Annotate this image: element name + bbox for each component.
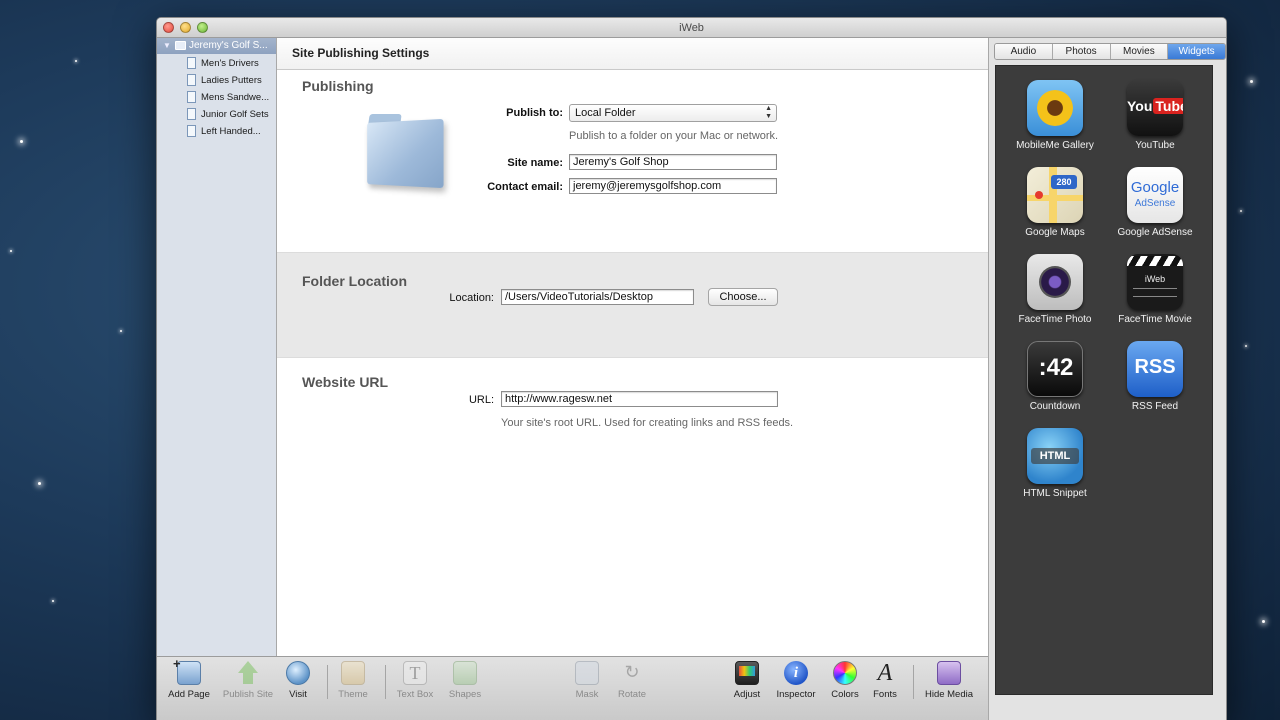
bottom-toolbar: + Add Page Publish Site Visit Theme T Te… <box>157 656 988 720</box>
title-bar[interactable]: iWeb <box>157 18 1226 38</box>
html-icon: HTML <box>1027 428 1083 484</box>
select-arrows-icon: ▲ ▼ <box>765 105 772 120</box>
sidebar-page-item[interactable]: Left Handed... <box>187 125 261 139</box>
star <box>120 330 122 332</box>
zoom-button[interactable] <box>197 22 208 33</box>
visit-button[interactable]: Visit <box>268 661 328 700</box>
star <box>1240 210 1242 212</box>
tab-movies[interactable]: Movies <box>1110 44 1169 59</box>
tab-audio[interactable]: Audio <box>995 44 1053 59</box>
widget-countdown[interactable]: :42 Countdown <box>1005 341 1105 412</box>
publish-to-hint: Publish to a folder on your Mac or netwo… <box>569 130 779 142</box>
theme-button[interactable]: Theme <box>323 661 383 700</box>
publishing-section-title: Publishing <box>302 78 374 94</box>
publish-icon <box>236 661 260 685</box>
star <box>1250 80 1253 83</box>
folder-icon <box>363 114 445 189</box>
tab-photos[interactable]: Photos <box>1052 44 1111 59</box>
page-icon <box>187 74 196 87</box>
contact-email-field[interactable]: jeremy@jeremysgolfshop.com <box>569 178 777 194</box>
colors-icon <box>833 661 857 685</box>
media-browser: Audio Photos Movies Widgets MobileMe Gal… <box>988 38 1226 720</box>
folder-location-title: Folder Location <box>302 273 407 289</box>
site-organizer: ▼ Jeremy's Golf S... Men's Drivers Ladie… <box>157 38 277 656</box>
star <box>10 250 12 252</box>
map-icon: 280 <box>1027 167 1083 223</box>
rotate-button[interactable]: ↻ Rotate <box>602 661 662 700</box>
publish-to-label: Publish to: <box>506 107 563 119</box>
fonts-icon: A <box>877 660 893 686</box>
sidebar-page-item[interactable]: Ladies Putters <box>187 74 262 88</box>
clapper-icon: iWeb <box>1127 254 1183 310</box>
widget-facetime-photo[interactable]: FaceTime Photo <box>1005 254 1105 325</box>
sidebar-site-item[interactable]: ▼ Jeremy's Golf S... <box>157 38 276 54</box>
site-icon <box>175 41 186 50</box>
adjust-icon <box>735 661 759 685</box>
theme-icon <box>341 661 365 685</box>
contact-email-label: Contact email: <box>487 181 563 193</box>
toolbar-separator <box>913 665 914 699</box>
mask-icon <box>575 661 599 685</box>
star <box>1262 620 1265 623</box>
sunflower-icon <box>1027 80 1083 136</box>
choose-button[interactable]: Choose... <box>708 288 778 306</box>
widget-facetime-movie[interactable]: iWeb FaceTime Movie <box>1105 254 1205 325</box>
widget-html-snippet[interactable]: HTML HTML Snippet <box>1005 428 1105 499</box>
visit-icon <box>286 661 310 685</box>
hide-media-button[interactable]: Hide Media <box>919 661 979 700</box>
publish-to-select[interactable]: Local Folder ▲ ▼ <box>569 104 777 122</box>
url-label: URL: <box>468 394 494 406</box>
page-icon <box>187 108 196 121</box>
add-page-button[interactable]: + Add Page <box>159 656 219 700</box>
widget-google-adsense[interactable]: Google AdSense Google AdSense <box>1105 167 1205 238</box>
star <box>38 482 41 485</box>
site-name-label: Jeremy's Golf S... <box>189 40 267 51</box>
add-page-icon: + <box>173 656 201 685</box>
camera-icon <box>1027 254 1083 310</box>
adsense-icon: Google AdSense <box>1127 167 1183 223</box>
widget-rss-feed[interactable]: RSS RSS Feed <box>1105 341 1205 412</box>
youtube-icon: YouTube <box>1127 80 1183 136</box>
fonts-button[interactable]: A Fonts <box>855 661 915 700</box>
widget-youtube[interactable]: YouTube YouTube <box>1105 80 1205 151</box>
sidebar-page-item[interactable]: Men's Drivers <box>187 57 259 71</box>
tab-widgets[interactable]: Widgets <box>1168 44 1225 59</box>
star <box>52 600 54 602</box>
minimize-button[interactable] <box>180 22 191 33</box>
widgets-grid: MobileMe Gallery YouTube YouTube 280 Goo… <box>995 65 1213 695</box>
media-icon <box>937 661 961 685</box>
iweb-window: iWeb ▼ Jeremy's Golf S... Men's Drivers … <box>156 17 1227 720</box>
rotate-icon: ↻ <box>624 662 640 682</box>
site-name-label: Site name: <box>507 157 563 169</box>
close-button[interactable] <box>163 22 174 33</box>
publishing-settings-pane: Site Publishing Settings Publishing Publ… <box>277 38 988 656</box>
website-url-title: Website URL <box>302 374 389 390</box>
site-name-field[interactable]: Jeremy's Golf Shop <box>569 154 777 170</box>
star <box>20 140 23 143</box>
media-tabs: Audio Photos Movies Widgets <box>994 43 1226 60</box>
sidebar-page-item[interactable]: Junior Golf Sets <box>187 108 269 122</box>
inspector-icon: i <box>784 661 808 685</box>
page-title: Site Publishing Settings <box>277 38 988 70</box>
rss-icon: RSS <box>1127 341 1183 397</box>
text-box-icon: T <box>403 661 427 685</box>
page-icon <box>187 91 196 104</box>
location-label: Location: <box>449 292 494 304</box>
folder-location-section <box>277 252 988 358</box>
page-icon <box>187 125 196 138</box>
location-field[interactable]: /Users/VideoTutorials/Desktop <box>501 289 694 305</box>
widget-mobileme-gallery[interactable]: MobileMe Gallery <box>1005 80 1105 151</box>
shapes-button[interactable]: Shapes <box>435 661 495 700</box>
countdown-icon: :42 <box>1027 341 1083 397</box>
star <box>75 60 77 62</box>
window-title: iWeb <box>679 22 704 34</box>
page-icon <box>187 57 196 70</box>
sidebar-page-item[interactable]: Mens Sandwe... <box>187 91 269 105</box>
url-field[interactable]: http://www.ragesw.net <box>501 391 778 407</box>
widget-google-maps[interactable]: 280 Google Maps <box>1005 167 1105 238</box>
shapes-icon <box>453 661 477 685</box>
star <box>1245 345 1247 347</box>
url-hint: Your site's root URL. Used for creating … <box>501 417 794 429</box>
disclosure-triangle-icon[interactable]: ▼ <box>163 38 171 54</box>
